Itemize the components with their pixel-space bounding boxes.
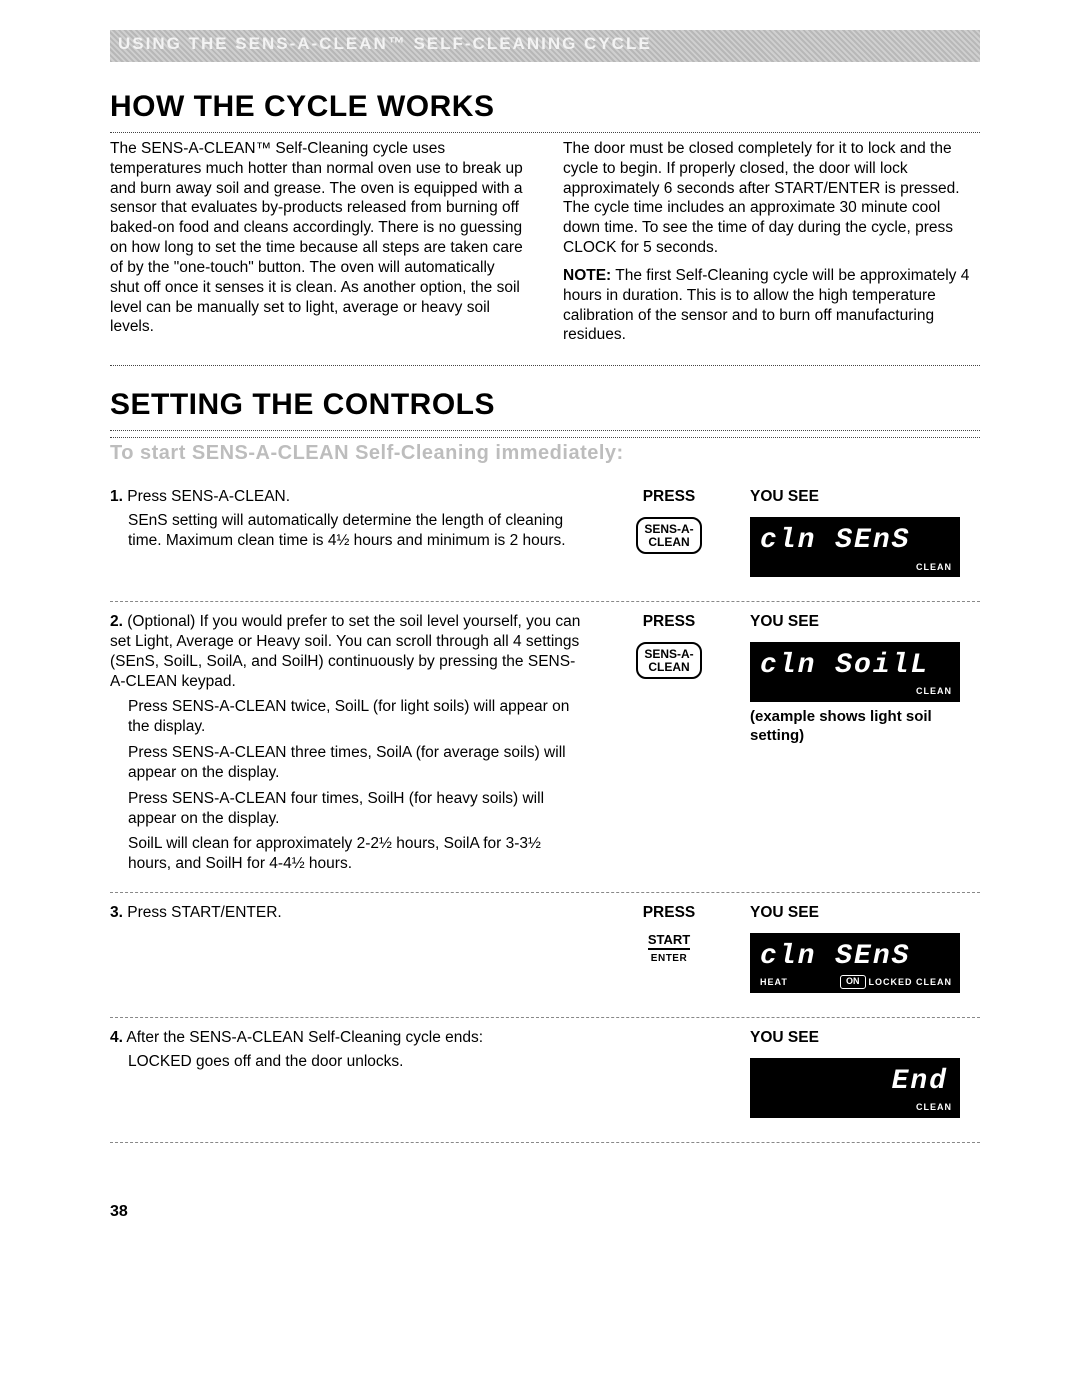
note-body: The first Self-Cleaning cycle will be ap… <box>563 267 969 343</box>
step-1-num: 1. <box>110 488 123 505</box>
step-2-p4: SoilL will clean for approximately 2-2½ … <box>128 834 588 874</box>
display-step-3: cln SEnS HEAT ON LOCKED CLEAN <box>750 933 960 993</box>
step-2-lead: (Optional) If you would prefer to set th… <box>110 613 580 689</box>
subheading-start-immediately: To start SENS-A-CLEAN Self-Cleaning imme… <box>110 442 980 465</box>
note-label: NOTE: <box>563 267 611 284</box>
press-label: PRESS <box>604 903 734 923</box>
step-1-sub: SEnS setting will automatically determin… <box>110 511 588 551</box>
step-4-num: 4. <box>110 1029 123 1046</box>
step-2-p1: Press SENS-A-CLEAN twice, SoilL (for lig… <box>128 697 588 737</box>
you-see-label: YOU SEE <box>750 612 980 632</box>
heading-setting-controls: SETTING THE CONTROLS <box>110 388 980 422</box>
start-enter-button-icon: START ENTER <box>604 933 734 965</box>
step-2-caption: (example shows light soil setting) <box>750 708 980 746</box>
step-2-p3: Press SENS-A-CLEAN four times, SoilH (fo… <box>128 789 588 829</box>
cycle-para-door: The door must be closed completely for i… <box>563 140 960 256</box>
step-4: 4. After the SENS-A-CLEAN Self-Cleaning … <box>110 1018 980 1143</box>
step-2-num: 2. <box>110 613 123 630</box>
step-4-sub: LOCKED goes off and the door unlocks. <box>110 1052 588 1072</box>
you-see-label: YOU SEE <box>750 903 980 923</box>
display-clean-indicator: CLEAN <box>916 562 952 574</box>
section-banner: USING THE SENS-A-CLEAN™ SELF-CLEANING CY… <box>110 30 980 62</box>
display-step-1: cln SEnS CLEAN <box>750 517 960 577</box>
page-number: 38 <box>110 1203 980 1221</box>
step-2: 2. (Optional) If you would prefer to set… <box>110 602 980 893</box>
press-label: PRESS <box>604 612 734 632</box>
step-3: 3. Press START/ENTER. PRESS START ENTER … <box>110 893 980 1018</box>
display-clean-indicator: CLEAN <box>916 686 952 698</box>
you-see-label: YOU SEE <box>750 1028 980 1048</box>
press-label: PRESS <box>604 487 734 507</box>
display-step-4: End CLEAN <box>750 1058 960 1118</box>
step-3-num: 3. <box>110 904 123 921</box>
display-on-indicator: ON <box>840 975 866 989</box>
you-see-label: YOU SEE <box>750 487 980 507</box>
display-main: cln SEnS <box>760 939 910 975</box>
step-1: 1. Press SENS-A-CLEAN. SEnS setting will… <box>110 477 980 602</box>
display-clean-indicator: CLEAN <box>916 1102 952 1114</box>
step-1-lead: Press SENS-A-CLEAN. <box>123 488 290 505</box>
step-2-p2: Press SENS-A-CLEAN three times, SoilA (f… <box>128 743 588 783</box>
step-3-lead: Press START/ENTER. <box>123 904 282 921</box>
display-step-2: cln SoilL CLEAN <box>750 642 960 702</box>
display-heat-indicator: HEAT <box>760 977 788 989</box>
cycle-col-right: The door must be closed completely for i… <box>563 139 980 345</box>
step-4-lead: After the SENS-A-CLEAN Self-Cleaning cyc… <box>123 1029 483 1046</box>
sens-a-clean-keypad-icon: SENS-A- CLEAN <box>636 517 702 554</box>
display-main: cln SoilL <box>760 648 929 684</box>
display-main: End <box>892 1064 948 1100</box>
cycle-col-left: The SENS-A-CLEAN™ Self-Cleaning cycle us… <box>110 139 527 345</box>
cycle-description: The SENS-A-CLEAN™ Self-Cleaning cycle us… <box>110 139 980 345</box>
heading-how-cycle-works: HOW THE CYCLE WORKS <box>110 90 980 124</box>
sens-a-clean-keypad-icon: SENS-A- CLEAN <box>636 642 702 679</box>
display-locked-clean-indicator: LOCKED CLEAN <box>869 977 953 989</box>
display-main: cln SEnS <box>760 523 910 559</box>
